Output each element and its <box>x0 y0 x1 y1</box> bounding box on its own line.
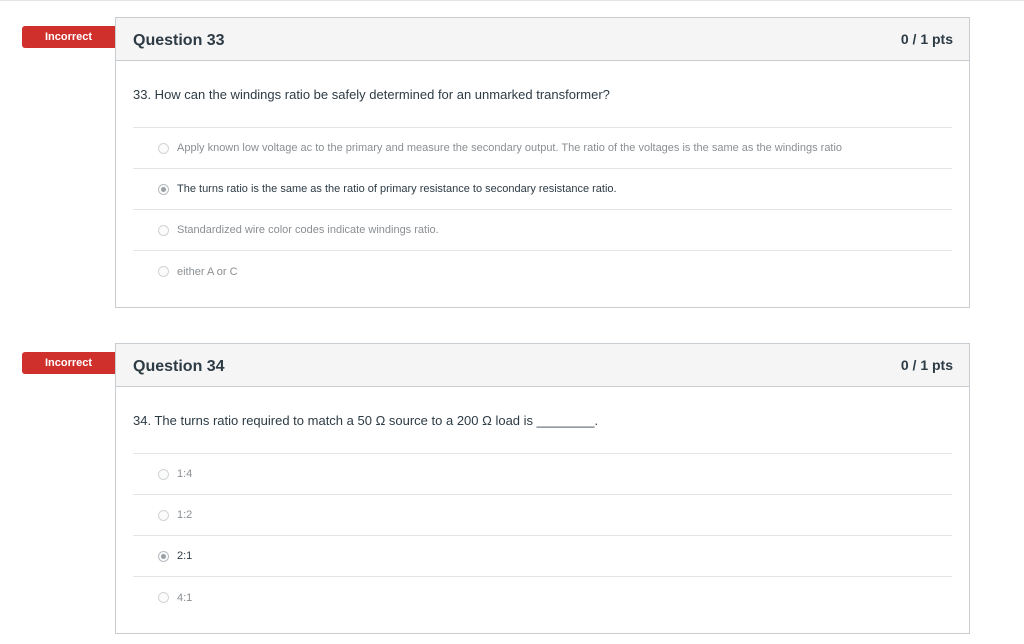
question-title: Question 33 <box>133 32 225 49</box>
question-title: Question 34 <box>133 358 225 375</box>
top-divider <box>0 0 1024 1</box>
radio-unchecked-icon[interactable] <box>158 509 169 521</box>
answer-option[interactable]: Apply known low voltage ac to the primar… <box>133 128 952 169</box>
radio-unchecked-icon[interactable] <box>158 592 169 603</box>
question-header: Question 34 0 / 1 pts <box>116 344 969 387</box>
answer-option[interactable]: 1:4 <box>133 454 952 495</box>
radio-unchecked-icon[interactable] <box>158 142 169 154</box>
radio-unchecked-icon[interactable] <box>158 266 169 277</box>
incorrect-badge: Incorrect <box>22 26 127 48</box>
question-text: 34. The turns ratio required to match a … <box>133 413 599 428</box>
radio-checked-icon[interactable] <box>158 550 169 562</box>
answer-label: either A or C <box>177 265 238 278</box>
question-card-34: Question 34 0 / 1 pts 34. The turns rati… <box>115 343 970 634</box>
question-card-33: Question 33 0 / 1 pts 33. How can the wi… <box>115 17 970 308</box>
radio-unchecked-icon[interactable] <box>158 224 169 236</box>
radio-checked-icon[interactable] <box>158 183 169 195</box>
question-points: 0 / 1 pts <box>900 31 953 47</box>
answer-option-selected[interactable]: 2:1 <box>133 536 952 577</box>
answer-option[interactable]: 1:2 <box>133 495 952 536</box>
answer-option[interactable]: 4:1 <box>133 577 952 618</box>
incorrect-badge-label: Incorrect <box>22 352 117 374</box>
answer-label: The turns ratio is the same as the ratio… <box>177 183 617 195</box>
answer-label: Apply known low voltage ac to the primar… <box>177 142 843 154</box>
question-header: Question 33 0 / 1 pts <box>116 18 969 61</box>
answer-option-selected[interactable]: The turns ratio is the same as the ratio… <box>133 169 952 210</box>
incorrect-badge: Incorrect <box>22 352 127 374</box>
question-body: 33. How can the windings ratio be safely… <box>116 61 969 292</box>
answer-list: Apply known low voltage ac to the primar… <box>133 127 952 292</box>
answer-label: 2:1 <box>177 550 193 562</box>
answer-label: 4:1 <box>177 591 193 604</box>
question-text: 33. How can the windings ratio be safely… <box>133 87 610 102</box>
question-points: 0 / 1 pts <box>900 357 953 373</box>
radio-unchecked-icon[interactable] <box>158 468 169 480</box>
incorrect-badge-label: Incorrect <box>22 26 117 48</box>
answer-label: 1:2 <box>177 509 193 521</box>
answer-option[interactable]: either A or C <box>133 251 952 292</box>
question-body: 34. The turns ratio required to match a … <box>116 387 969 618</box>
answer-label: Standardized wire color codes indicate w… <box>177 224 439 236</box>
answer-list: 1:4 1:2 2:1 4:1 <box>133 453 952 618</box>
answer-label: 1:4 <box>177 468 193 480</box>
answer-option[interactable]: Standardized wire color codes indicate w… <box>133 210 952 251</box>
